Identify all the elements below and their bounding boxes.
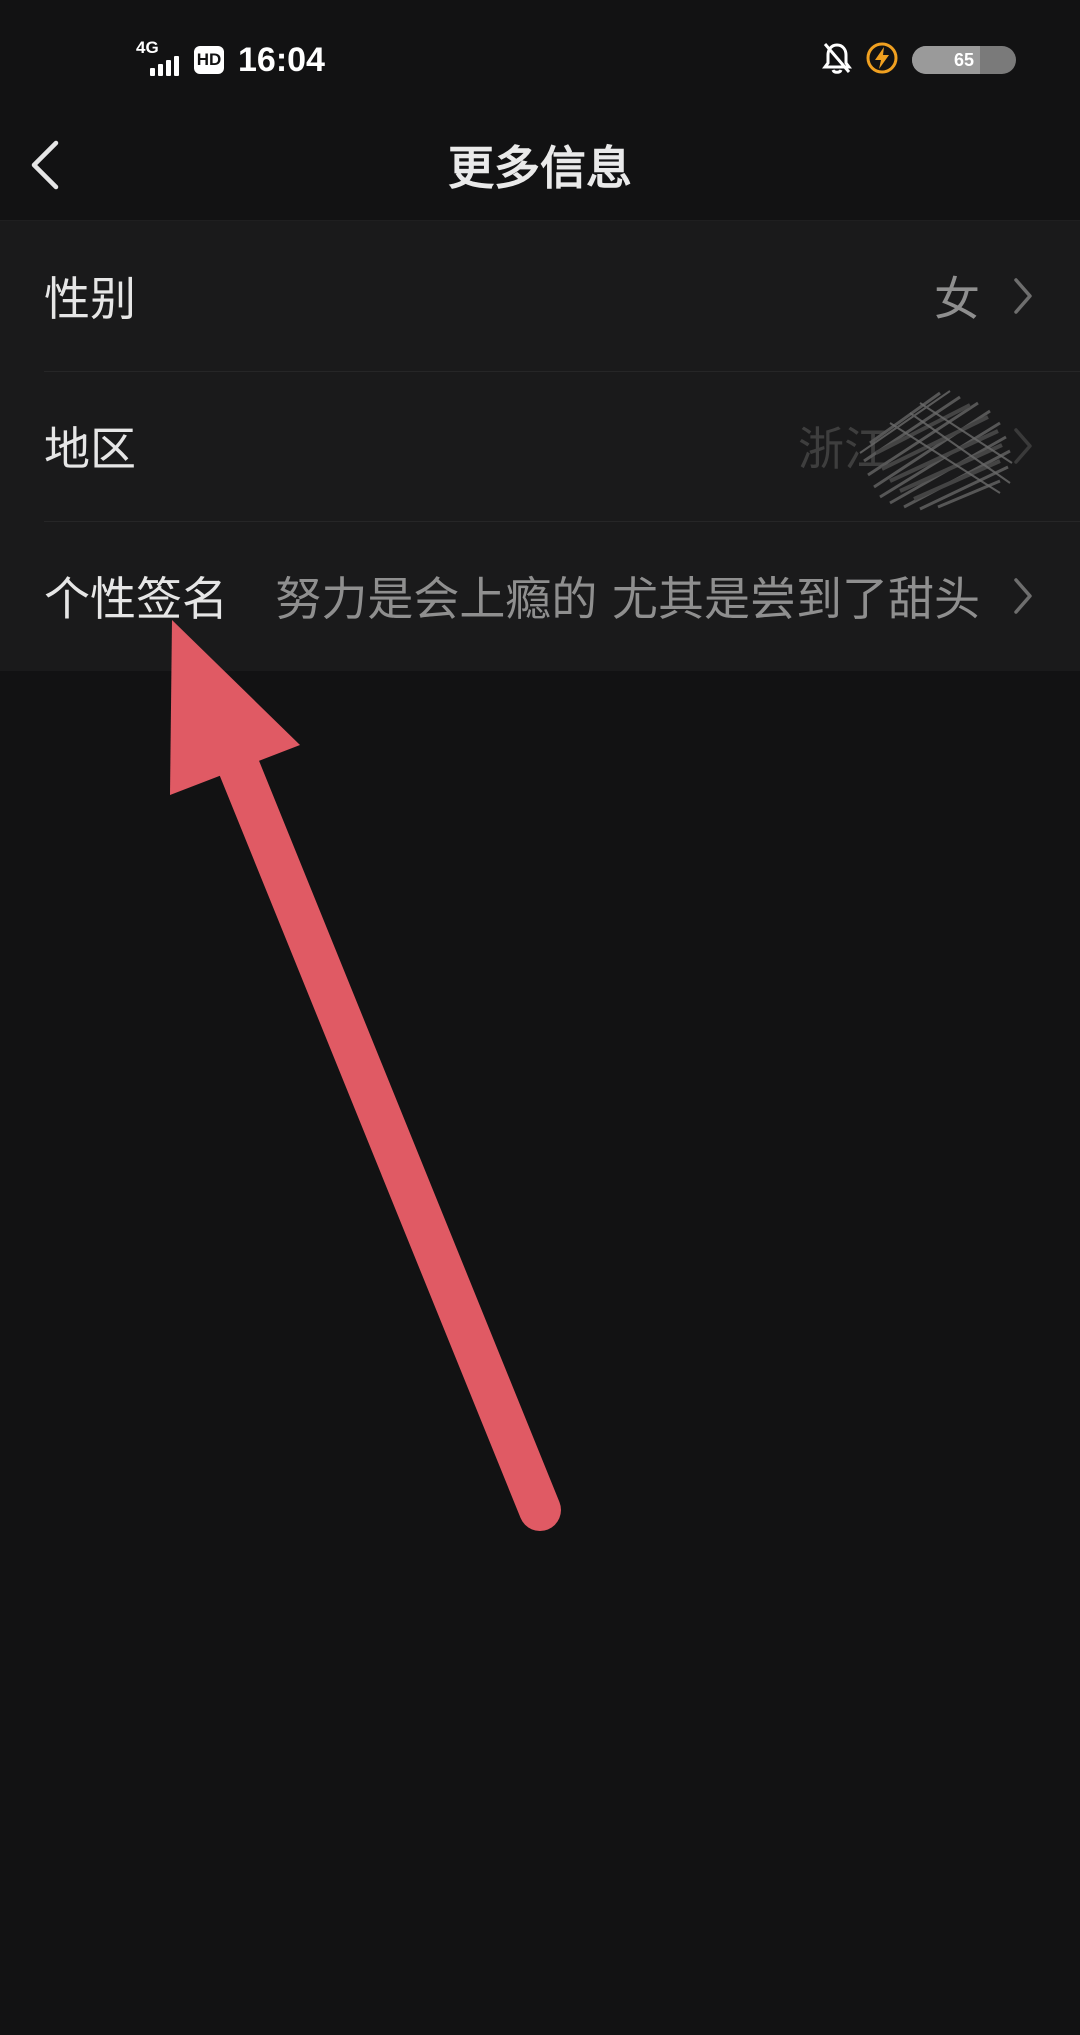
- bell-muted-icon: [822, 41, 852, 79]
- battery-icon: 65: [912, 46, 1016, 74]
- arrow-shaft: [211, 729, 561, 1531]
- charging-icon: [866, 42, 898, 78]
- signal-icon: 4G: [134, 38, 186, 80]
- status-bar: 4G HD 16:04 65: [0, 0, 1080, 110]
- redaction-scribble: [859, 390, 1013, 511]
- row-label: 个性签名: [44, 572, 228, 626]
- row-label: 地区: [44, 422, 136, 476]
- list-item-region[interactable]: 地区 浙江: [0, 371, 1080, 521]
- row-value: 努力是会上瘾的 尤其是尝到了甜头: [275, 572, 980, 626]
- nav-bar: 更多信息: [0, 110, 1080, 221]
- status-bar-right: 65: [822, 40, 1016, 80]
- network-type: 4G: [136, 38, 159, 57]
- status-bar-left: 4G HD 16:04: [134, 36, 325, 84]
- chevron-right-icon: [1014, 278, 1032, 314]
- info-list: 性别 女 地区 浙江 个性签名 努力是会上瘾的 尤其是尝到了甜头: [0, 221, 1080, 671]
- status-time: 16:04: [238, 40, 325, 79]
- list-item-gender[interactable]: 性别 女: [0, 221, 1080, 371]
- row-label: 性别: [44, 272, 136, 326]
- row-value: 女: [934, 272, 980, 326]
- chevron-right-icon: [1014, 578, 1032, 614]
- battery-percent: 65: [953, 49, 975, 70]
- hd-icon: HD: [194, 46, 224, 74]
- list-item-signature[interactable]: 个性签名 努力是会上瘾的 尤其是尝到了甜头: [0, 521, 1080, 671]
- page-title: 更多信息: [448, 141, 632, 195]
